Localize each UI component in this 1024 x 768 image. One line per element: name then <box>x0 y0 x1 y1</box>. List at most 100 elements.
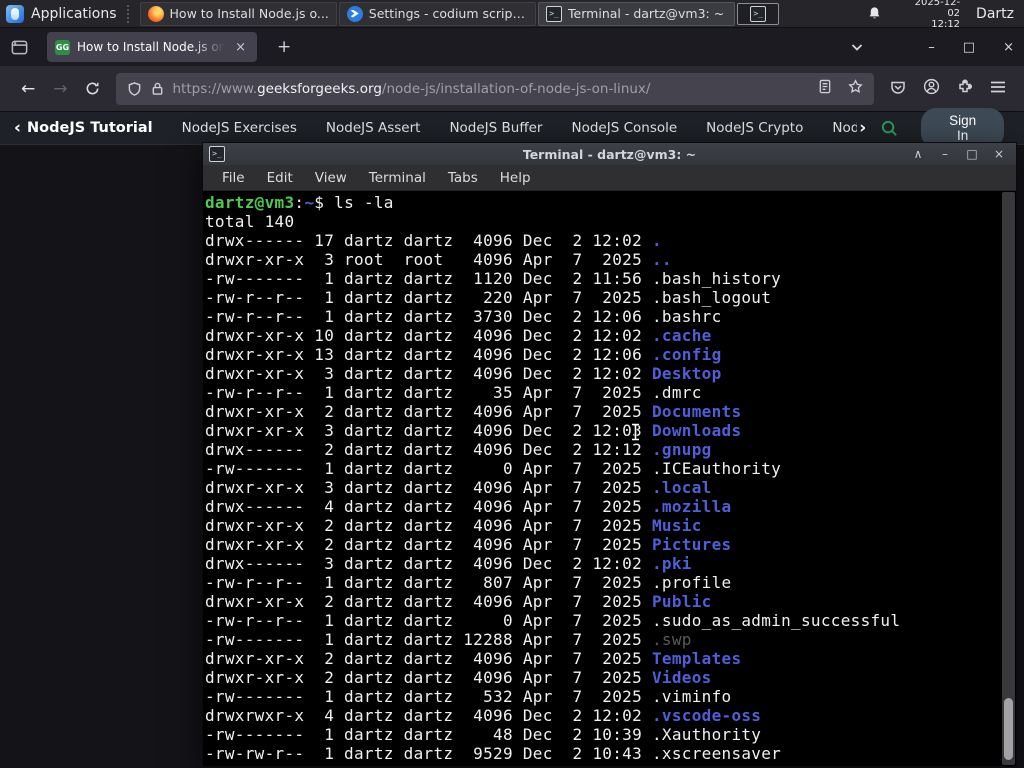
terminal-icon: >_ <box>209 146 225 162</box>
nav-scroll-right-icon[interactable]: › <box>859 118 866 138</box>
browser-toolbar: ← → https://www.geeksforgeeks.org/node-j… <box>0 66 1024 112</box>
panel-clock[interactable]: 2025-12-02 12:12 <box>902 0 960 30</box>
new-tab-button[interactable]: + <box>269 35 299 59</box>
browser-maximize-button[interactable]: □ <box>953 38 985 57</box>
firefox-icon <box>147 5 164 22</box>
applications-label: Applications <box>31 5 117 22</box>
mouse-cursor <box>630 422 641 445</box>
terminal-window-title: Terminal - dartz@vm3: ~ <box>522 146 697 162</box>
terminal-line: drwx------ 3 dartz dartz 4096 Dec 2 12:0… <box>205 554 692 573</box>
terminal-line: -rw-r--r-- 1 dartz dartz 0 Apr 7 2025 .s… <box>205 611 901 630</box>
terminal-line: -rw-r--r-- 1 dartz dartz 35 Apr 7 2025 .… <box>205 383 702 402</box>
terminal-scrollbar-thumb[interactable] <box>1004 698 1013 760</box>
terminal-line: drwxr-xr-x 2 dartz dartz 4096 Apr 7 2025… <box>205 668 712 687</box>
terminal-scrollbar[interactable] <box>1002 192 1015 765</box>
panel-user-label[interactable]: Dartz <box>976 6 1014 22</box>
notification-bell-icon[interactable] <box>867 6 882 21</box>
site-nav-item-nodejs-assert[interactable]: NodeJS Assert <box>326 120 421 136</box>
terminal-menu-tabs[interactable]: Tabs <box>437 167 489 189</box>
terminal-line: -rw------- 1 dartz dartz 532 Apr 7 2025 … <box>205 687 732 706</box>
terminal-line: -rw------- 1 dartz dartz 12288 Apr 7 202… <box>205 630 692 649</box>
url-bar[interactable]: https://www.geeksforgeeks.org/node-js/in… <box>115 72 874 105</box>
terminal-titlebar[interactable]: >_ Terminal - dartz@vm3: ~ ∧ – □ × <box>203 143 1016 165</box>
lock-icon[interactable] <box>151 81 164 96</box>
tab-close-icon[interactable]: × <box>232 39 249 56</box>
browser-close-button[interactable]: × <box>993 38 1024 57</box>
terminal-line: drwxr-xr-x 3 dartz dartz 4096 Apr 7 2025… <box>205 478 712 497</box>
taskbar-item-firefox[interactable]: How to Install Node.js o... <box>139 1 337 26</box>
url-protocol: https://www. <box>172 80 258 97</box>
site-nav-item-nodejs-tutorial[interactable]: NodeJS Tutorial <box>27 120 153 136</box>
terminal-close-button[interactable]: × <box>990 147 1008 161</box>
terminal-line: drwxr-xr-x 3 dartz dartz 4096 Dec 2 12:0… <box>205 421 742 440</box>
site-nav-item-nodejs-crypto[interactable]: NodeJS Crypto <box>706 120 803 136</box>
terminal-menu-edit[interactable]: Edit <box>256 167 304 189</box>
taskbar-item-label: Terminal - dartz@vm3: ~ <box>568 6 725 21</box>
terminal-line: -rw------- 1 dartz dartz 1120 Dec 2 11:5… <box>205 269 782 288</box>
terminal-line: drwxr-xr-x 13 dartz dartz 4096 Dec 2 12:… <box>205 345 722 364</box>
search-icon[interactable] <box>880 119 899 138</box>
site-subnav: ‹ NodeJS Tutorial NodeJS Exercises NodeJS … <box>0 108 1024 148</box>
terminal-menu-file[interactable]: File <box>211 167 256 189</box>
terminal-line: drwxr-xr-x 3 root root 4096 Apr 7 2025 .… <box>205 250 672 269</box>
tracking-shield-icon[interactable] <box>127 81 142 97</box>
terminal-line: -rw-rw-r-- 1 dartz dartz 9529 Dec 2 10:4… <box>205 744 782 763</box>
list-all-tabs-button[interactable] <box>850 40 864 54</box>
clock-date: 2025-12-02 <box>914 0 961 19</box>
terminal-line: -rw-r--r-- 1 dartz dartz 807 Apr 7 2025 … <box>205 573 732 592</box>
terminal-line: drwxr-xr-x 10 dartz dartz 4096 Dec 2 12:… <box>205 326 712 345</box>
extensions-puzzle-icon[interactable] <box>957 78 973 99</box>
taskbar-item-codium[interactable]: Settings - codium script... <box>338 1 537 26</box>
pocket-icon[interactable] <box>890 79 906 99</box>
vscodium-icon <box>346 5 363 22</box>
url-path: /node-js/installation-of-node-js-on-linu… <box>381 80 651 97</box>
forward-button[interactable]: → <box>44 76 76 102</box>
geeksforgeeks-favicon: GG <box>55 39 70 55</box>
site-nav-item-nodejs-buffer[interactable]: NodeJS Buffer <box>449 120 542 136</box>
terminal-icon: >_ <box>750 5 767 22</box>
account-icon[interactable] <box>923 78 940 99</box>
terminal-menu-help[interactable]: Help <box>489 167 542 189</box>
terminal-shade-button[interactable]: ∧ <box>909 147 927 161</box>
browser-tab[interactable]: GG How to Install Node.js on × <box>47 32 257 62</box>
bookmark-star-icon[interactable] <box>848 79 863 98</box>
back-button[interactable]: ← <box>12 76 44 102</box>
firefox-view-icon[interactable] <box>10 38 29 57</box>
taskbar-item-terminal[interactable]: >_ Terminal - dartz@vm3: ~ <box>538 1 736 26</box>
workspace-switcher[interactable]: >_ <box>737 2 780 25</box>
reload-button[interactable] <box>77 78 108 99</box>
terminal-menu-terminal[interactable]: Terminal <box>358 167 437 189</box>
terminal-line: drwxrwxr-x 4 dartz dartz 4096 Dec 2 12:0… <box>205 706 762 725</box>
panel-separator <box>126 4 134 23</box>
applications-menu-button[interactable]: Applications <box>0 0 125 27</box>
terminal-line: drwx------ 17 dartz dartz 4096 Dec 2 12:… <box>205 231 662 250</box>
terminal-line: drwxr-xr-x 2 dartz dartz 4096 Apr 7 2025… <box>205 649 742 668</box>
terminal-line: -rw------- 1 dartz dartz 0 Apr 7 2025 .I… <box>205 459 782 478</box>
hamburger-menu-icon[interactable] <box>990 79 1006 98</box>
terminal-line: drwxr-xr-x 2 dartz dartz 4096 Apr 7 2025… <box>205 402 742 421</box>
terminal-line: drwxr-xr-x 2 dartz dartz 4096 Apr 7 2025… <box>205 592 712 611</box>
applications-icon <box>6 4 24 23</box>
site-nav-item-nodejs-dns[interactable]: NodeJS DNS <box>832 120 857 136</box>
nav-scroll-left-icon[interactable]: ‹ <box>14 118 21 138</box>
terminal-icon: >_ <box>546 5 563 22</box>
terminal-line: -rw-r--r-- 1 dartz dartz 3730 Dec 2 12:0… <box>205 307 722 326</box>
terminal-menu-view[interactable]: View <box>304 167 358 189</box>
terminal-line: drwx------ 4 dartz dartz 4096 Apr 7 2025… <box>205 497 732 516</box>
terminal-minimize-button[interactable]: – <box>936 147 954 161</box>
reader-mode-icon[interactable] <box>818 79 832 98</box>
terminal-menubar: File Edit View Terminal Tabs Help <box>203 165 1016 191</box>
terminal-line: dartz@vm3:~$ ls -la <box>205 193 394 212</box>
site-nav-item-nodejs-console[interactable]: NodeJS Console <box>572 120 678 136</box>
clock-time: 12:12 <box>931 19 961 30</box>
site-nav-item-nodejs-exercises[interactable]: NodeJS Exercises <box>182 120 297 136</box>
terminal-maximize-button[interactable]: □ <box>963 147 981 161</box>
terminal-line: -rw-r--r-- 1 dartz dartz 220 Apr 7 2025 … <box>205 288 772 307</box>
terminal-line: drwx------ 2 dartz dartz 4096 Dec 2 12:1… <box>205 440 712 459</box>
browser-minimize-button[interactable]: – <box>918 38 945 57</box>
terminal-body[interactable]: dartz@vm3:~$ ls -la total 140 drwx------ 1… <box>203 191 1016 766</box>
terminal-window: >_ Terminal - dartz@vm3: ~ ∧ – □ × File E… <box>202 142 1017 767</box>
terminal-output: dartz@vm3:~$ ls -la total 140 drwx------ 1… <box>205 193 1000 763</box>
site-nav-items: NodeJS Tutorial NodeJS Exercises NodeJS As… <box>27 120 857 136</box>
terminal-line: -rw------- 1 dartz dartz 48 Dec 2 10:39 … <box>205 725 762 744</box>
